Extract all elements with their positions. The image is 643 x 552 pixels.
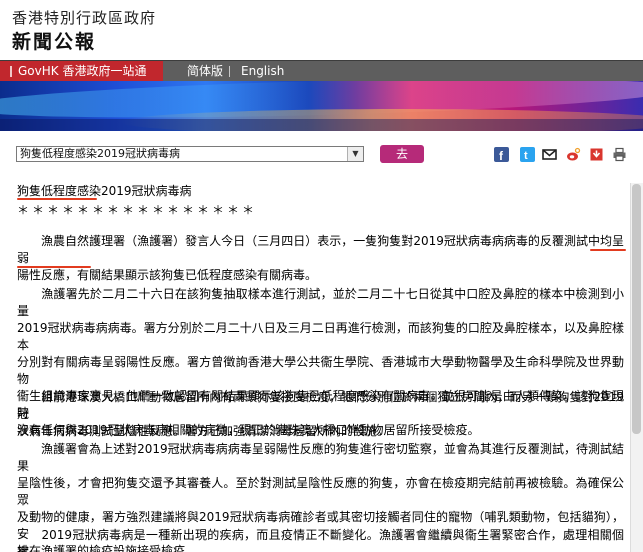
english-link[interactable]: English — [241, 61, 284, 82]
govhk-link[interactable]: GovHK 香港政府一站通 — [0, 61, 163, 82]
highlight-underline — [17, 266, 91, 268]
go-button[interactable]: 去 — [380, 145, 424, 163]
text-line: 陽性反應，有關結果顯示該狗隻已低程度感染有關病毒。 — [17, 268, 318, 282]
print-icon[interactable] — [612, 147, 627, 162]
download-icon[interactable] — [589, 147, 604, 162]
email-icon[interactable] — [542, 147, 557, 162]
chevron-down-icon[interactable]: ▼ — [347, 147, 363, 161]
article-select[interactable]: 狗隻低程度感染2019冠狀病毒病 ▼ — [16, 146, 364, 162]
weibo-icon[interactable] — [566, 147, 581, 162]
text-line: 漁護署會為上述對2019冠狀病毒病病毒呈弱陽性反應的狗隻進行密切監察，並會為其進… — [17, 442, 624, 473]
text-line: 漁護署先於二月二十六日在該狗隻抽取樣本進行測試，並於二月二十七日從其中口腔及鼻腔… — [17, 287, 624, 318]
press-release-title: 新聞公報 — [12, 31, 97, 53]
highlight-underline — [590, 249, 626, 251]
text-line: 狀病毒病病毒測試呈陰性反應。署方已加強清潔消毒居留所內的設施。 — [17, 424, 390, 438]
decorative-banner — [0, 81, 643, 131]
article-paragraph-1: 漁農自然護理署（漁護署）發言人今日（三月四日）表示，一隻狗隻對2019冠狀病毒病… — [17, 233, 624, 284]
article-select-value: 狗隻低程度感染2019冠狀病毒病 — [20, 147, 180, 160]
twitter-icon[interactable]: t — [520, 147, 535, 162]
svg-text:f: f — [499, 149, 504, 162]
article-toolbar: 狗隻低程度感染2019冠狀病毒病 ▼ 去 f t — [0, 131, 643, 183]
nav-divider — [229, 66, 230, 77]
banner-shadow — [0, 119, 643, 131]
government-name: 香港特別行政區政府 — [12, 9, 157, 27]
highlight-underline — [17, 198, 97, 200]
top-nav: GovHK 香港政府一站通 简体版 English — [0, 60, 643, 82]
govhk-rule — [10, 66, 12, 77]
govhk-label: GovHK 香港政府一站通 — [18, 64, 147, 78]
simplified-chinese-link[interactable]: 简体版 — [187, 61, 223, 82]
text-line: 分別對有關病毒呈弱陽性反應。署方曾徵詢香港大學公共衞生學院、香港城市大學動物醫學… — [17, 355, 624, 386]
text-line: 目前港珠澳大橋口岸動物居留所內有兩頭狗隻接受檢疫，牠們分別位於兩個獨立房間內，而… — [17, 390, 624, 421]
facebook-icon[interactable]: f — [494, 147, 509, 162]
text-line: 2019冠狀病毒病病毒。署方分別於二月二十八日及三月二日再進行檢測，而該狗隻的口… — [17, 321, 624, 352]
masthead: 香港特別行政區政府 新聞公報 — [0, 0, 643, 60]
article-paragraph-3: 目前港珠澳大橋口岸動物居留所內有兩頭狗隻接受檢疫，牠們分別位於兩個獨立房間內，而… — [17, 389, 624, 440]
article-title: 狗隻低程度感染2019冠狀病毒病 — [17, 184, 192, 198]
article-paragraph-5: 2019冠狀病毒病是一種新出現的疾病，而且疫情正不斷變化。漁護署會繼續與衞生署緊… — [17, 527, 624, 552]
text-line: 漁農自然護理署（漁護署）發言人今日（三月四日）表示，一隻狗隻對2019冠狀病毒病… — [17, 234, 624, 265]
svg-text:t: t — [524, 150, 528, 162]
title-separator: ＊＊＊＊＊＊＊＊＊＊＊＊＊＊＊＊ — [17, 203, 258, 217]
text-line: 呈陰性後，才會把狗隻交還予其審養人。至於對測試呈陰性反應的狗隻，亦會在檢疫期完結… — [17, 476, 624, 507]
scrollbar-thumb[interactable] — [632, 184, 641, 434]
text-line: 2019冠狀病毒病是一種新出現的疾病，而且疫情正不斷變化。漁護署會繼續與衞生署緊… — [17, 528, 624, 552]
